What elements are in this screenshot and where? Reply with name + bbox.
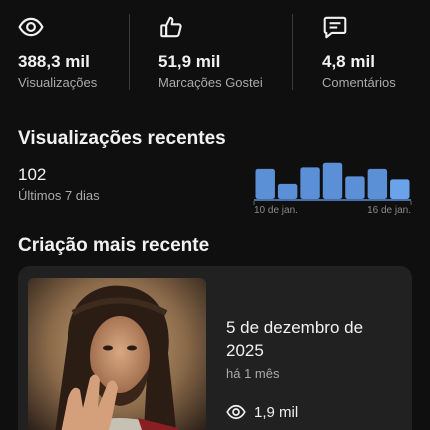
eye-icon	[226, 404, 246, 420]
chart-tick-label-end: 16 de jan.	[367, 205, 411, 216]
section-title-recent-views: Visualizações recentes	[18, 128, 226, 149]
stat-label: Comentários	[322, 75, 396, 90]
recent-views-count: 102	[18, 165, 47, 184]
chart-bar	[277, 183, 298, 199]
stat-value: 388,3 mil	[18, 52, 90, 71]
divider	[129, 14, 130, 90]
thumbnail-image	[28, 278, 206, 430]
chart-bar	[390, 179, 410, 199]
stats-row: 388,3 mil Visualizações 51,9 mil Marcaçõ…	[0, 0, 430, 110]
recent-views-chart[interactable]: 10 de jan. 16 de jan.	[250, 155, 415, 217]
stat-comments[interactable]: 4,8 mil Comentários	[322, 14, 396, 90]
video-age: há 1 mês	[226, 366, 280, 381]
comment-icon	[323, 16, 347, 39]
chart-bar	[367, 168, 388, 199]
stat-label: Marcações Gostei	[158, 75, 263, 90]
chart-bar	[345, 176, 365, 199]
latest-creation-card[interactable]: 5 de dezembro de 2025 há 1 mês 1,9 mil	[18, 266, 412, 430]
chart-tick-label-start: 10 de jan.	[254, 205, 298, 216]
section-title-latest-creation: Criação mais recente	[18, 235, 210, 256]
recent-views-period: Últimos 7 dias	[18, 188, 100, 203]
video-thumbnail[interactable]	[28, 278, 206, 430]
stat-views[interactable]: 388,3 mil Visualizações	[18, 14, 97, 90]
video-views: 1,9 mil	[226, 402, 298, 422]
stat-label: Visualizações	[18, 75, 98, 90]
divider	[292, 14, 293, 90]
chart-bar	[255, 168, 275, 199]
thumbs-up-icon	[160, 16, 182, 38]
video-views-count: 1,9 mil	[254, 403, 299, 421]
video-date: 5 de dezembro de 2025	[226, 318, 364, 360]
eye-icon	[18, 17, 44, 37]
chart-bar	[300, 167, 320, 199]
stat-value: 4,8 mil	[322, 52, 375, 71]
stat-likes[interactable]: 51,9 mil Marcações Gostei	[158, 14, 263, 90]
chart-bar	[322, 162, 343, 199]
stat-value: 51,9 mil	[158, 52, 221, 71]
